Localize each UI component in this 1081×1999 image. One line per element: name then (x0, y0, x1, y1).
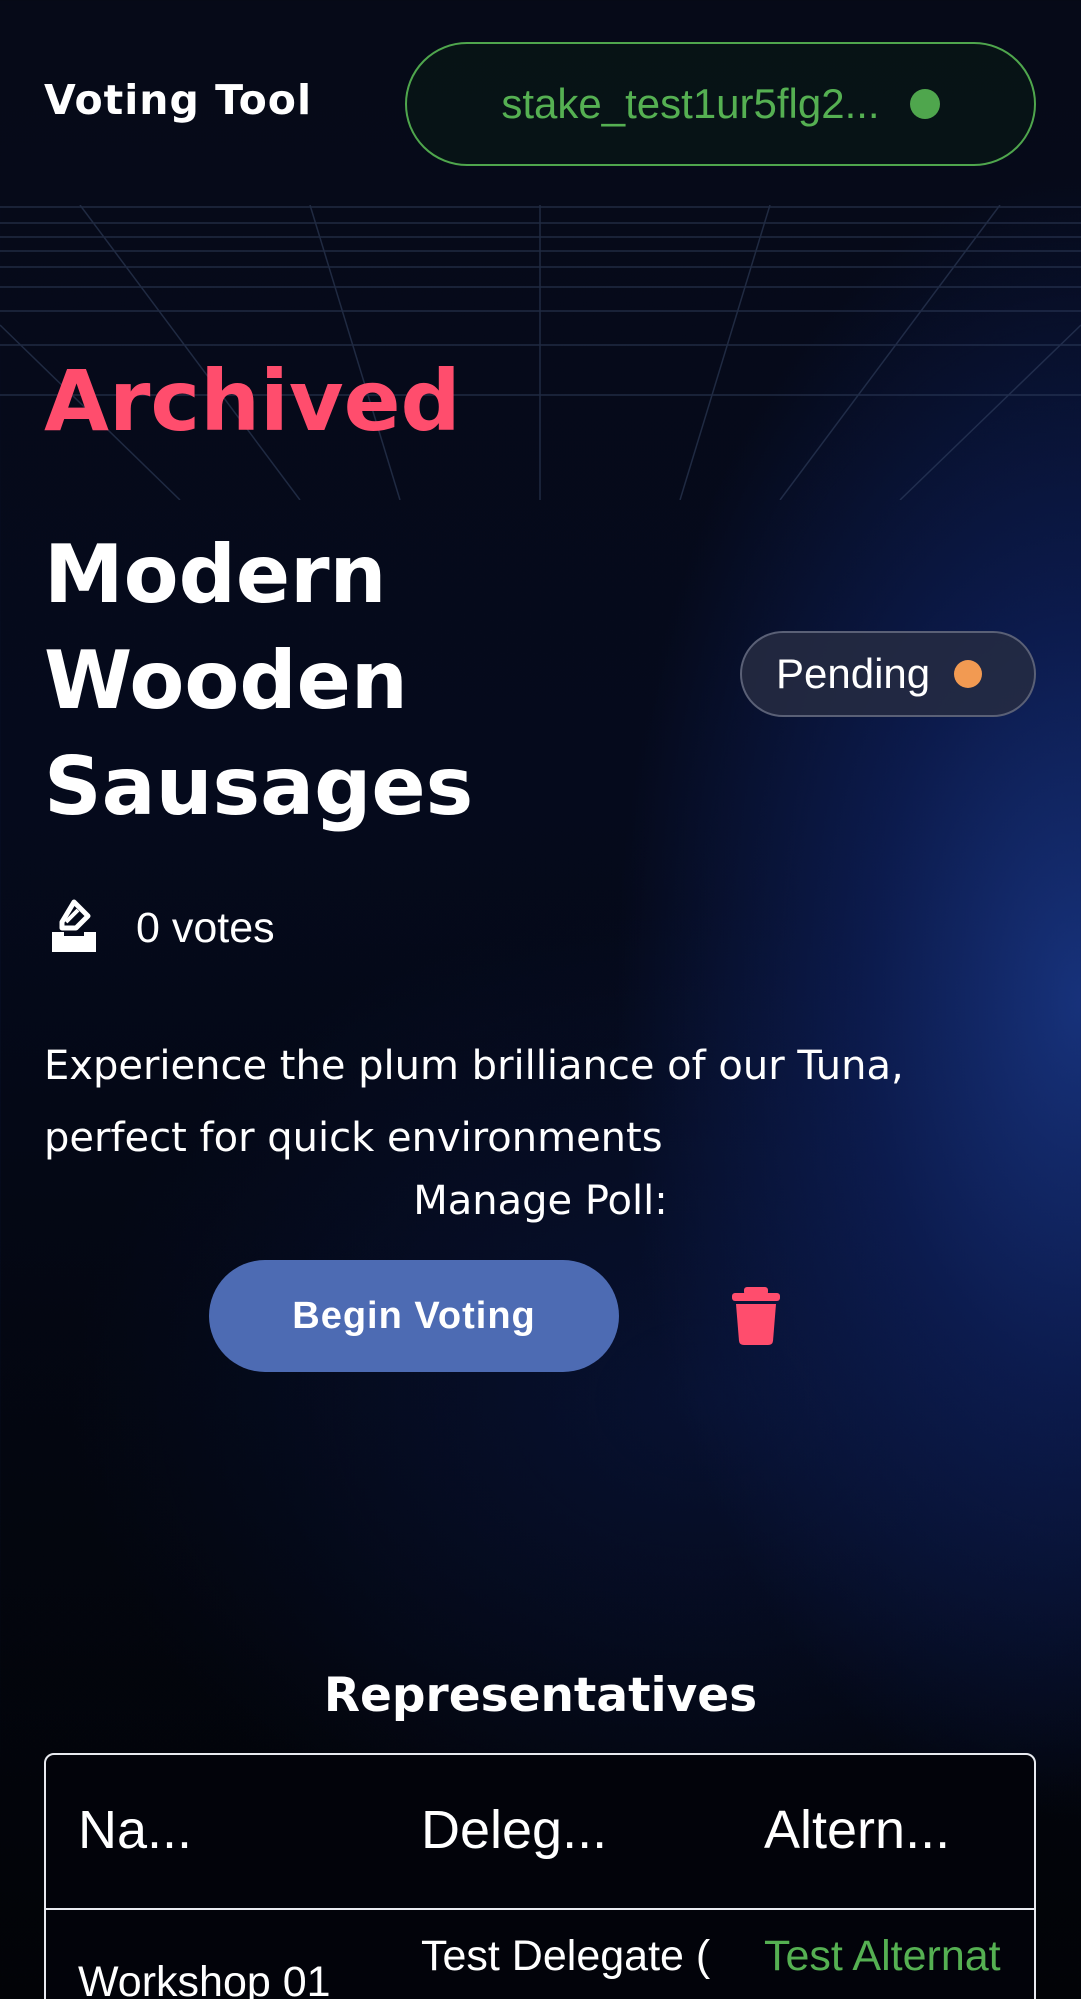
poll-description: Experience the plum brilliance of our Tu… (44, 1043, 904, 1161)
poll-title: Modern Wooden Sausages (44, 528, 474, 833)
cell-alternate[interactable]: Test Alternat (764, 1932, 1034, 1981)
column-header-name[interactable]: Na... (78, 1799, 378, 1861)
cell-delegate[interactable]: Test Delegate ( (421, 1932, 756, 1981)
begin-voting-button[interactable]: Begin Voting (209, 1260, 619, 1372)
votes-text: 0 votes (136, 903, 275, 952)
ballot-box-icon (52, 899, 96, 952)
representatives-table: Na... Deleg... Altern... Workshop 01 Tes… (44, 1753, 1036, 1999)
status-badge: Pending (740, 631, 1036, 717)
manage-poll-label: Manage Poll: (413, 1178, 668, 1224)
representatives-title: Representatives (323, 1668, 758, 1723)
votes-count: 0 votes (44, 898, 275, 958)
wallet-address: stake_test1ur5flg2... (501, 80, 880, 127)
status-dot (954, 660, 983, 688)
cell-name: Workshop 01 (78, 1958, 331, 1999)
wallet-connect-button[interactable]: stake_test1ur5flg2... (405, 42, 1036, 166)
wallet-status-dot (909, 89, 940, 119)
table-row: Workshop 01 Test Delegate ( Test Alterna… (46, 1910, 1034, 1999)
app-title: Voting Tool (44, 76, 313, 124)
table-header: Na... Deleg... Altern... (46, 1755, 1034, 1910)
trash-icon (732, 1287, 780, 1345)
column-header-alternate[interactable]: Altern... (764, 1799, 1034, 1861)
poll-state-label: Archived (44, 352, 461, 450)
status-badge-label: Pending (776, 650, 931, 697)
delete-poll-button[interactable] (730, 1287, 782, 1345)
column-header-delegate[interactable]: Deleg... (421, 1799, 721, 1861)
